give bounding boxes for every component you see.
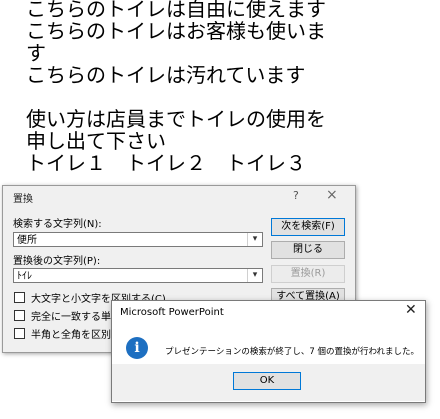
replace-input[interactable]: ﾄｲﾚ ▾ bbox=[13, 268, 263, 283]
slide-line: トイレ１ トイレ２ トイレ３ bbox=[26, 151, 306, 175]
slide-line: 申し出て下さい bbox=[26, 129, 166, 153]
slide-line: こちらのトイレはお客様も使いま bbox=[26, 19, 326, 43]
help-icon[interactable]: ? bbox=[293, 189, 299, 202]
whole-word-checkbox[interactable]: 完全に一致する単語 bbox=[14, 308, 121, 323]
find-value: 便所 bbox=[17, 235, 37, 246]
replace-value: ﾄｲﾚ bbox=[17, 271, 32, 282]
info-icon: i bbox=[126, 337, 148, 359]
close-button[interactable]: 閉じる bbox=[271, 241, 345, 259]
replace-label: 置換後の文字列(P): bbox=[13, 256, 101, 267]
slide-line: こちらのトイレは汚れています bbox=[26, 63, 306, 87]
checkbox-box[interactable] bbox=[14, 292, 25, 303]
ok-button[interactable]: OK bbox=[233, 372, 301, 390]
dialog-title: 置換 bbox=[13, 194, 33, 205]
chevron-down-icon[interactable]: ▾ bbox=[247, 233, 262, 246]
message-box-title: Microsoft PowerPoint bbox=[120, 307, 224, 318]
find-label: 検索する文字列(N): bbox=[13, 219, 102, 230]
find-input[interactable]: 便所 ▾ bbox=[13, 232, 263, 247]
replace-button[interactable]: 置換(R) bbox=[271, 265, 345, 283]
message-text: プレゼンテーションの検索が終了し、7 個の置換が行われました。 bbox=[165, 347, 420, 357]
checkbox-label: 半角と全角を区別す bbox=[31, 330, 121, 341]
checkbox-box[interactable] bbox=[14, 328, 25, 339]
message-footer: OK bbox=[112, 364, 425, 401]
slide-blank-line bbox=[26, 86, 436, 108]
close-icon[interactable]: ✕ bbox=[405, 302, 417, 318]
slide-line: 使い方は店員までトイレの使用を bbox=[26, 107, 326, 131]
close-icon[interactable]: × bbox=[326, 187, 338, 203]
find-next-button[interactable]: 次を検索(F) bbox=[271, 218, 345, 236]
match-width-checkbox[interactable]: 半角と全角を区別す bbox=[14, 326, 121, 341]
checkbox-label: 完全に一致する単語 bbox=[31, 312, 121, 323]
slide-text: こちらのトイレは自由に使えます こちらのトイレはお客様も使いま す こちらのトイ… bbox=[26, 0, 436, 174]
slide-line: す bbox=[26, 41, 46, 65]
chevron-down-icon[interactable]: ▾ bbox=[247, 269, 262, 282]
checkbox-box[interactable] bbox=[14, 310, 25, 321]
slide-line: こちらのトイレは自由に使えます bbox=[26, 0, 326, 21]
message-box: Microsoft PowerPoint ✕ i プレゼンテーションの検索が終了… bbox=[111, 300, 426, 403]
